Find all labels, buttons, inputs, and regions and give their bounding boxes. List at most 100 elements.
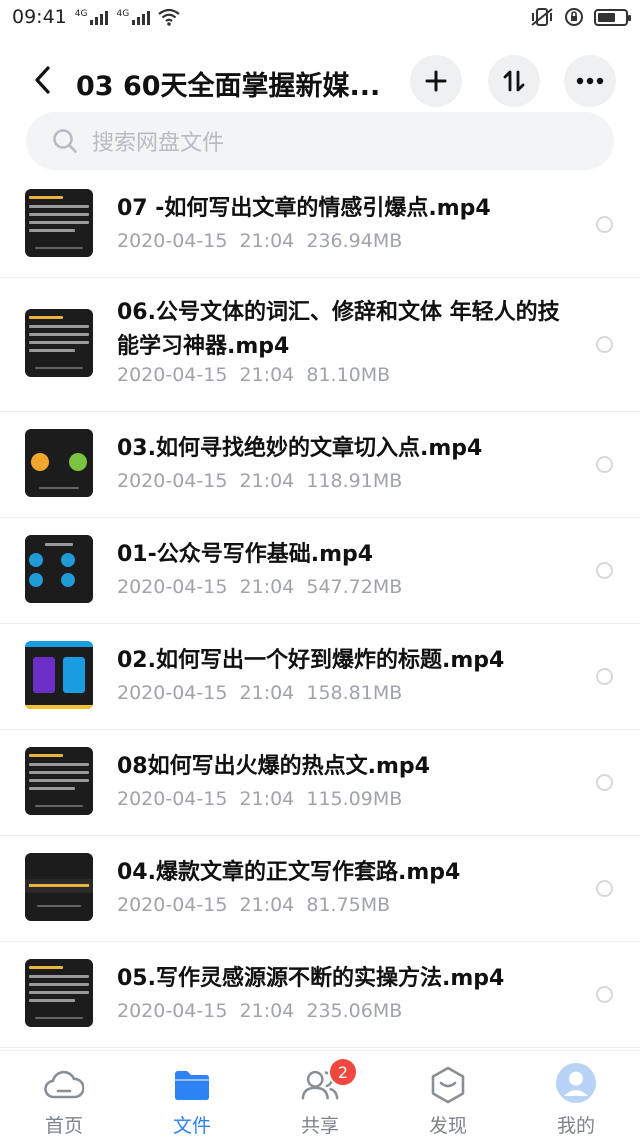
file-time: 21:04 [239, 576, 295, 598]
file-date: 2020-04-15 [117, 1000, 228, 1022]
file-row[interactable]: 08如何写出火爆的热点文.mp4 2020-04-15 21:04 115.09M… [0, 730, 640, 836]
file-row[interactable]: 06.公号文体的词汇、修辞和文体 年轻人的技能学习神器.mp4 2020-04-1… [0, 278, 640, 412]
file-date: 2020-04-15 [117, 470, 228, 492]
nav-files[interactable]: 文件 [128, 1051, 256, 1138]
file-name: 02.如何写出一个好到爆炸的标题.mp4 [117, 648, 505, 673]
nav-profile-label: 我的 [556, 1115, 595, 1137]
select-radio[interactable] [596, 774, 613, 791]
file-date: 2020-04-15 [117, 230, 228, 252]
file-size: 547.72MB [306, 576, 403, 598]
file-meta: 2020-04-15 21:04 235.06MB [117, 1000, 402, 1022]
file-meta: 2020-04-15 21:04 236.94MB [117, 230, 402, 252]
file-size: 81.75MB [306, 894, 391, 916]
status-bar: 09:41 4G 4G [0, 0, 640, 34]
file-row[interactable]: 01-公众号写作基础.mp4 2020-04-15 21:04 547.72MB [0, 518, 640, 624]
plus-icon [425, 70, 447, 92]
file-meta: 2020-04-15 21:04 115.09MB [117, 788, 402, 810]
file-name: 06.公号文体的词汇、修辞和文体 年轻人的技能学习神器.mp4 [117, 300, 560, 359]
rotation-lock-icon [565, 8, 583, 26]
add-button[interactable] [410, 55, 462, 107]
nav-discover[interactable]: 发现 [384, 1051, 512, 1138]
back-button[interactable] [22, 60, 62, 100]
cellular-signal-icon: 4G [75, 9, 109, 25]
more-button[interactable] [564, 55, 616, 107]
file-size: 158.81MB [306, 682, 403, 704]
file-time: 21:04 [239, 894, 295, 916]
file-time: 21:04 [239, 364, 295, 386]
select-radio[interactable] [596, 880, 613, 897]
file-name: 04.爆款文章的正文写作套路.mp4 [117, 860, 461, 885]
video-thumbnail [25, 429, 93, 497]
file-date: 2020-04-15 [117, 364, 228, 386]
network-type-label: 4G [74, 9, 88, 19]
file-date: 2020-04-15 [117, 894, 228, 916]
more-icon [576, 77, 604, 85]
file-date: 2020-04-15 [117, 576, 228, 598]
file-size: 235.06MB [306, 1000, 403, 1022]
search-placeholder: 搜索网盘文件 [92, 131, 225, 156]
file-name: 08如何写出火爆的热点文.mp4 [117, 754, 430, 779]
nav-home-label: 首页 [44, 1115, 83, 1137]
select-radio[interactable] [596, 336, 613, 353]
file-size: 118.91MB [306, 470, 403, 492]
file-row[interactable]: 02.如何写出一个好到爆炸的标题.mp4 2020-04-15 21:04 158… [0, 624, 640, 730]
nav-share-label: 共享 [300, 1115, 339, 1137]
file-meta: 2020-04-15 21:04 81.75MB [117, 894, 390, 916]
battery-icon [594, 8, 631, 26]
select-radio[interactable] [596, 216, 613, 233]
page-title: 03 60天全面掌握新媒... [76, 71, 381, 102]
select-radio[interactable] [596, 562, 613, 579]
file-name: 01-公众号写作基础.mp4 [117, 542, 374, 567]
video-thumbnail [25, 959, 93, 1027]
file-row[interactable]: 03.如何寻找绝妙的文章切入点.mp4 2020-04-15 21:04 118.… [0, 412, 640, 518]
file-list: 07 -如何写出文章的情感引爆点.mp4 2020-04-15 21:04 236… [0, 172, 640, 1048]
file-meta: 2020-04-15 21:04 547.72MB [117, 576, 402, 598]
video-thumbnail [25, 189, 93, 257]
chevron-left-icon [35, 66, 50, 94]
folder-icon [172, 1065, 212, 1105]
cellular-signal-icon-2: 4G [116, 9, 151, 25]
search-icon [53, 129, 77, 153]
file-size: 236.94MB [306, 230, 403, 252]
file-date: 2020-04-15 [117, 788, 228, 810]
avatar-icon [556, 1063, 596, 1105]
file-size: 115.09MB [306, 788, 403, 810]
file-date: 2020-04-15 [117, 682, 228, 704]
file-name: 05.写作灵感源源不断的实操方法.mp4 [117, 966, 505, 991]
network-type-label-2: 4G [116, 9, 130, 19]
cloud-icon [44, 1065, 84, 1105]
file-row[interactable]: 05.写作灵感源源不断的实操方法.mp4 2020-04-15 21:04 235… [0, 942, 640, 1048]
vibrate-mute-icon [531, 8, 553, 26]
discover-icon [428, 1065, 468, 1105]
nav-profile[interactable]: 我的 [512, 1051, 640, 1138]
file-time: 21:04 [239, 682, 295, 704]
video-thumbnail [25, 853, 93, 921]
video-thumbnail [25, 535, 93, 603]
file-time: 21:04 [239, 470, 295, 492]
video-thumbnail [25, 641, 93, 709]
nav-files-label: 文件 [172, 1115, 211, 1137]
file-time: 21:04 [239, 230, 295, 252]
file-time: 21:04 [239, 1000, 295, 1022]
file-size: 81.10MB [306, 364, 391, 386]
file-meta: 2020-04-15 21:04 81.10MB [117, 364, 390, 386]
file-time: 21:04 [239, 788, 295, 810]
file-name: 03.如何寻找绝妙的文章切入点.mp4 [117, 436, 483, 461]
nav-discover-label: 发现 [428, 1115, 467, 1137]
select-radio[interactable] [596, 668, 613, 685]
select-radio[interactable] [596, 456, 613, 473]
nav-share[interactable]: 2 共享 [256, 1051, 384, 1138]
file-meta: 2020-04-15 21:04 118.91MB [117, 470, 402, 492]
sort-icon [503, 70, 525, 92]
share-badge: 2 [328, 1057, 358, 1087]
video-thumbnail [25, 309, 93, 377]
search-input[interactable]: 搜索网盘文件 [26, 112, 614, 170]
nav-home[interactable]: 首页 [0, 1051, 128, 1138]
sort-button[interactable] [488, 55, 540, 107]
file-name: 07 -如何写出文章的情感引爆点.mp4 [117, 196, 491, 221]
video-thumbnail [25, 747, 93, 815]
clock: 09:41 [12, 6, 67, 28]
select-radio[interactable] [596, 986, 613, 1003]
file-row[interactable]: 07 -如何写出文章的情感引爆点.mp4 2020-04-15 21:04 236… [0, 172, 640, 278]
file-row[interactable]: 04.爆款文章的正文写作套路.mp4 2020-04-15 21:04 81.75… [0, 836, 640, 942]
